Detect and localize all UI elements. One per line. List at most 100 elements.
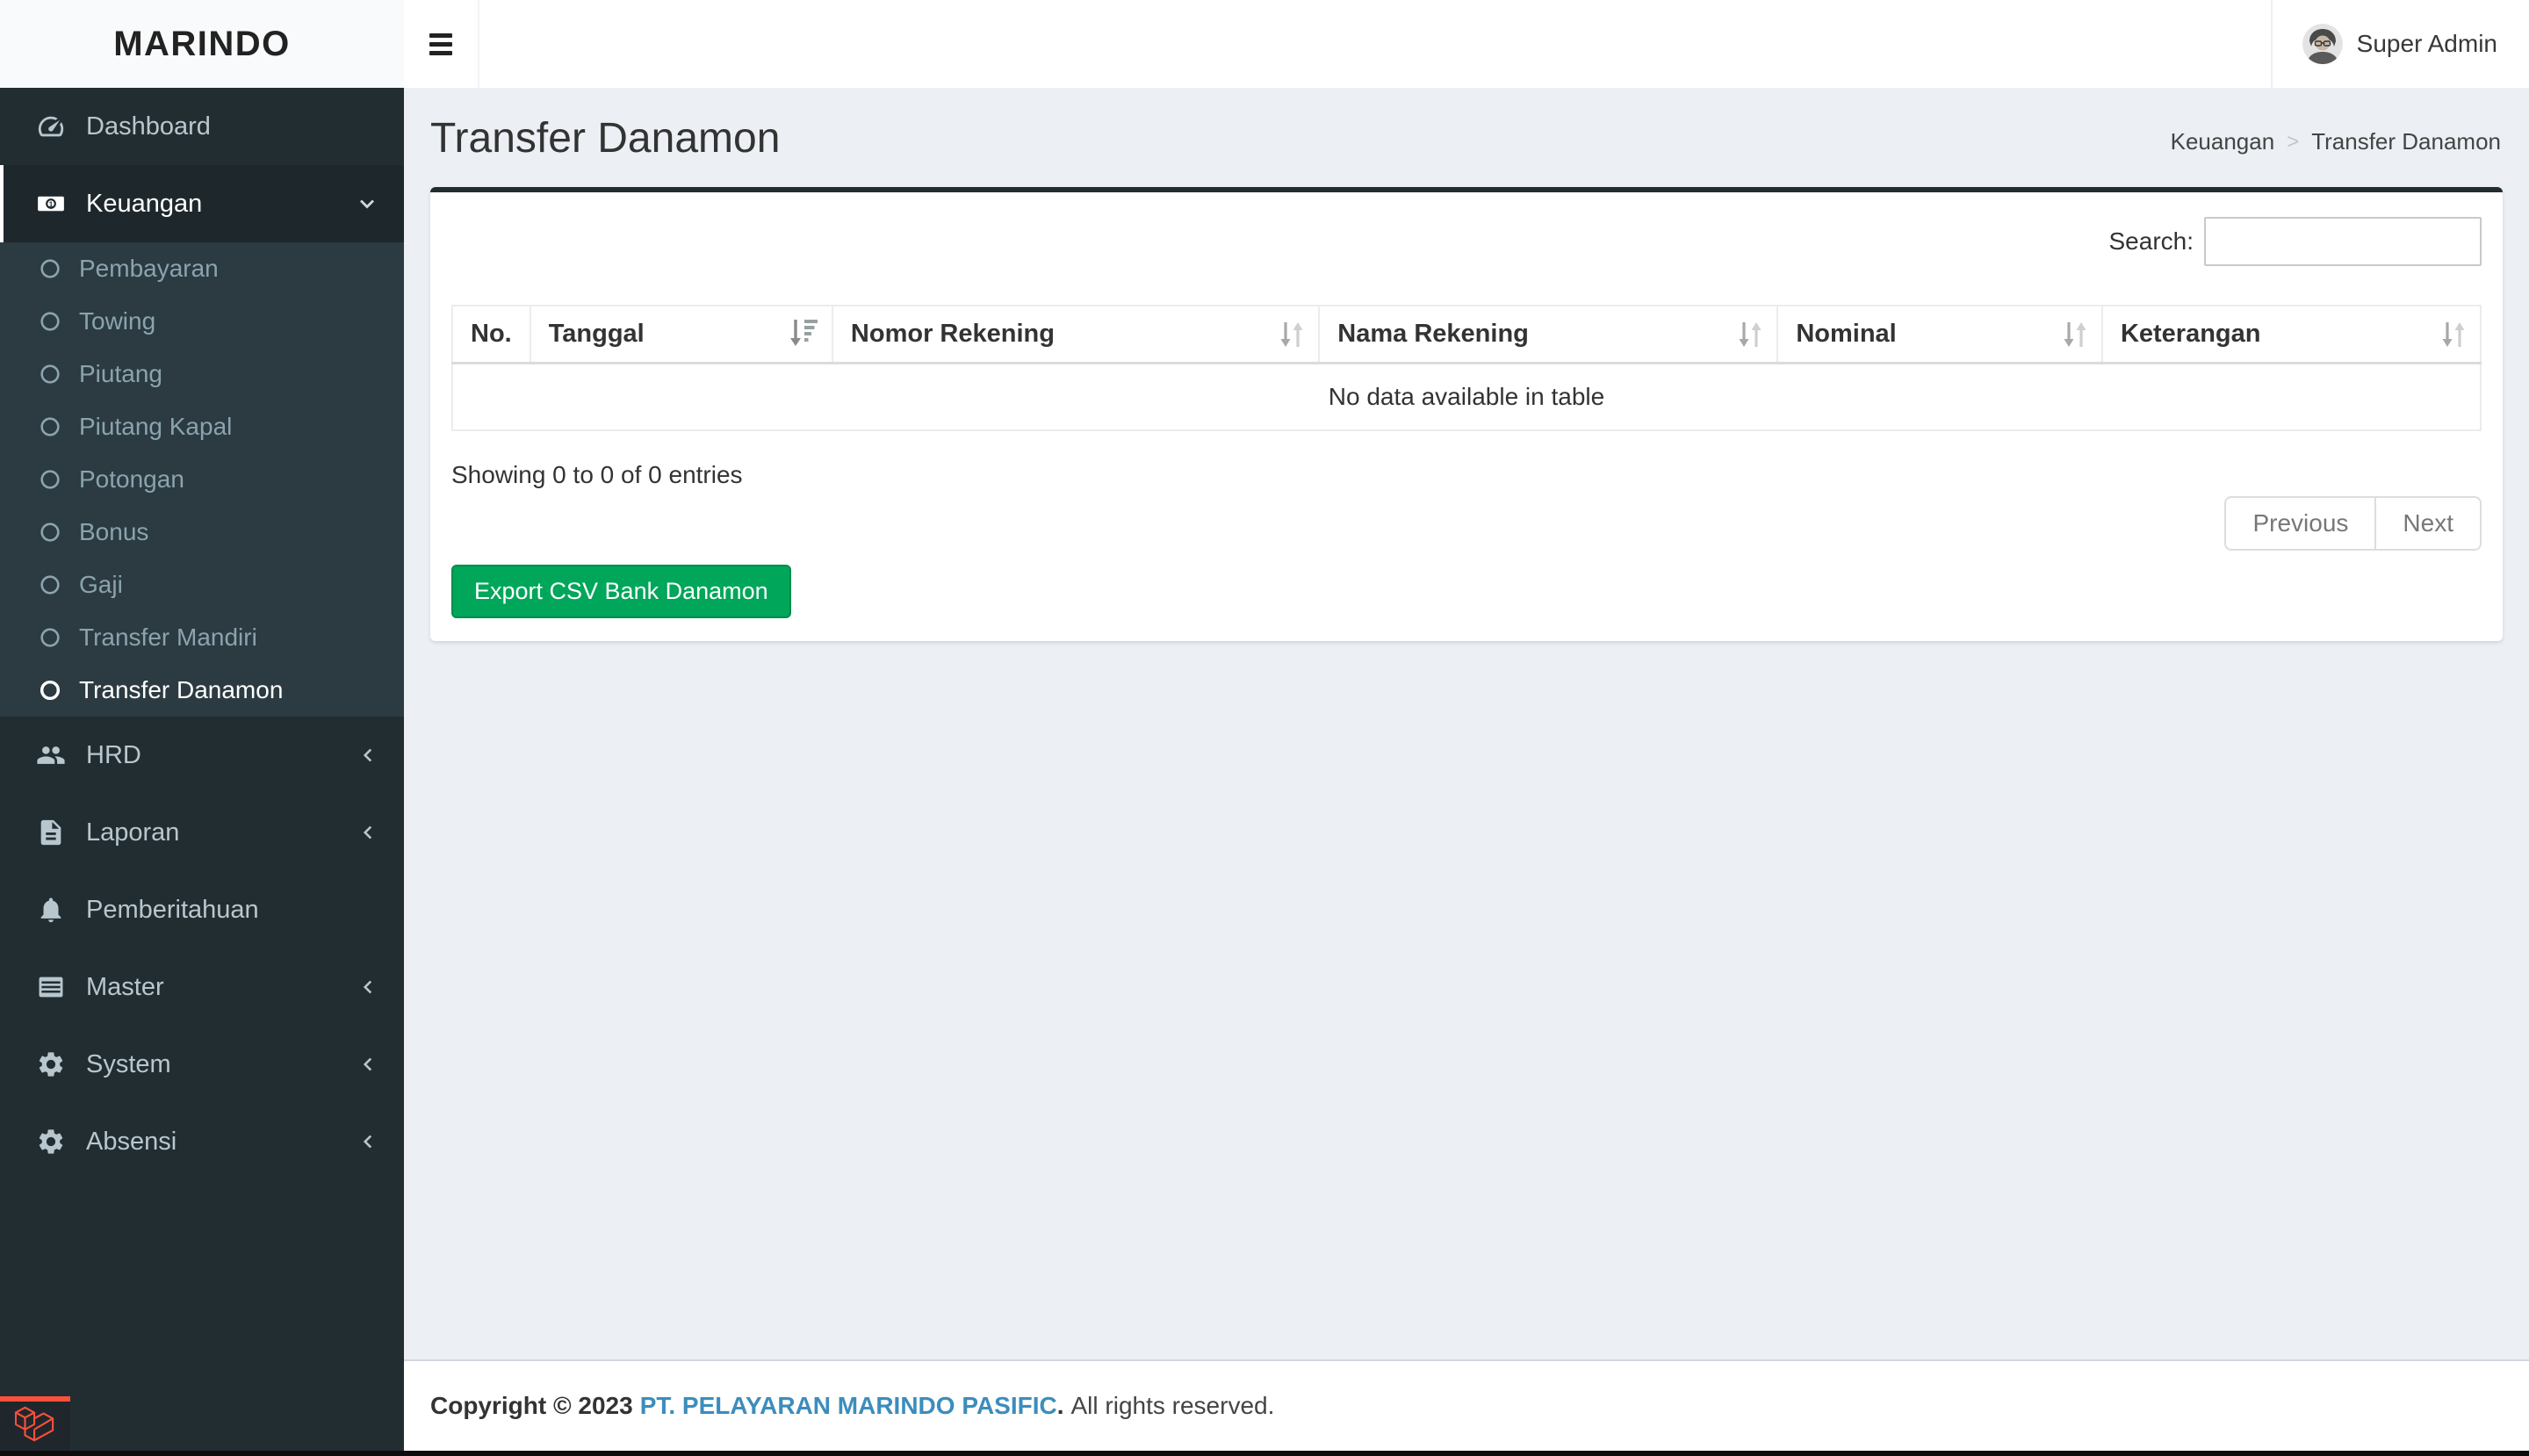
circle-outline-icon bbox=[39, 363, 61, 386]
sidebar-item-hrd[interactable]: HRD bbox=[0, 717, 404, 794]
list-table-icon bbox=[32, 972, 70, 1002]
sidebar-item-label: Pemberitahuan bbox=[86, 896, 259, 925]
sidebar-item-pemberitahuan[interactable]: Pemberitahuan bbox=[0, 871, 404, 948]
sort-up-down-icon bbox=[2438, 315, 2469, 354]
footer-copyright: Copyright © 2023 bbox=[430, 1392, 633, 1420]
sidebar-subitem-gaji[interactable]: Gaji bbox=[0, 559, 404, 611]
circle-outline-icon bbox=[39, 679, 61, 702]
column-header-keterangan[interactable]: Keterangan bbox=[2102, 306, 2481, 364]
sort-up-down-icon bbox=[2059, 315, 2091, 354]
column-header-no[interactable]: No. bbox=[452, 306, 530, 364]
subitem-label: Piutang bbox=[79, 360, 162, 388]
next-page-button[interactable]: Next bbox=[2374, 496, 2482, 551]
debugbar-toggle[interactable] bbox=[0, 1396, 70, 1451]
chevron-left-icon bbox=[357, 1053, 379, 1076]
sidebar-menu: Dashboard 1 Keuangan Pembayaran bbox=[0, 88, 404, 1180]
previous-page-button[interactable]: Previous bbox=[2224, 496, 2374, 551]
brand-logo[interactable]: MARINDO bbox=[0, 0, 404, 88]
table-search-row: Search: bbox=[451, 217, 2482, 266]
file-text-icon bbox=[32, 818, 70, 847]
subitem-label: Gaji bbox=[79, 571, 123, 599]
sidebar-item-master[interactable]: Master bbox=[0, 948, 404, 1026]
column-header-tanggal[interactable]: Tanggal bbox=[530, 306, 832, 364]
sidebar-subitem-towing[interactable]: Towing bbox=[0, 295, 404, 348]
search-input[interactable] bbox=[2204, 217, 2482, 266]
chevron-left-icon bbox=[357, 821, 379, 844]
debugbar-minimized-strip[interactable] bbox=[0, 1451, 2529, 1456]
sidebar-subitem-potongan[interactable]: Potongan bbox=[0, 453, 404, 506]
sidebar-item-laporan[interactable]: Laporan bbox=[0, 794, 404, 871]
avatar bbox=[2302, 24, 2343, 64]
column-header-nama-rekening[interactable]: Nama Rekening bbox=[1319, 306, 1777, 364]
export-csv-button[interactable]: Export CSV Bank Danamon bbox=[451, 565, 791, 618]
sidebar-subitem-piutang[interactable]: Piutang bbox=[0, 348, 404, 400]
sort-up-down-icon bbox=[1276, 315, 1308, 354]
sidebar-subitem-piutang-kapal[interactable]: Piutang Kapal bbox=[0, 400, 404, 453]
gauge-icon bbox=[32, 112, 70, 141]
content-area: Transfer Danamon Keuangan > Transfer Dan… bbox=[404, 88, 2529, 1359]
sidebar-subitem-transfer-mandiri[interactable]: Transfer Mandiri bbox=[0, 611, 404, 664]
footer: Copyright © 2023 PT. PELAYARAN MARINDO P… bbox=[404, 1359, 2529, 1451]
svg-text:1: 1 bbox=[49, 199, 54, 208]
top-navbar: Super Admin bbox=[404, 0, 2529, 88]
sidebar-item-label: HRD bbox=[86, 741, 141, 770]
table-info: Showing 0 to 0 of 0 entries bbox=[451, 459, 743, 489]
footer-company-link[interactable]: PT. PELAYARAN MARINDO PASIFIC bbox=[640, 1392, 1057, 1420]
user-name: Super Admin bbox=[2357, 30, 2497, 58]
sidebar-item-absensi[interactable]: Absensi bbox=[0, 1103, 404, 1180]
laravel-icon bbox=[15, 1404, 55, 1449]
chevron-left-icon bbox=[357, 976, 379, 998]
sidebar-item-label: Dashboard bbox=[86, 112, 211, 141]
hamburger-menu-icon bbox=[429, 33, 452, 38]
chevron-left-icon bbox=[357, 1130, 379, 1153]
circle-outline-icon bbox=[39, 626, 61, 649]
users-icon bbox=[32, 740, 70, 770]
pagination: Previous Next bbox=[2224, 496, 2482, 551]
sidebar-item-system[interactable]: System bbox=[0, 1026, 404, 1103]
footer-rights: All rights reserved. bbox=[1071, 1392, 1275, 1420]
table-header-row: No. Tanggal Nomor Rekening bbox=[452, 306, 2481, 364]
sidebar-item-label: Keuangan bbox=[86, 190, 202, 219]
table-footer-row: Showing 0 to 0 of 0 entries Previous Nex… bbox=[451, 459, 2482, 551]
subitem-label: Towing bbox=[79, 307, 155, 335]
sidebar-item-label: System bbox=[86, 1050, 171, 1079]
sidebar: MARINDO Dashboard 1 Keuangan bbox=[0, 0, 404, 1456]
subitem-label: Piutang Kapal bbox=[79, 413, 232, 441]
sort-amount-desc-icon bbox=[786, 315, 821, 354]
sidebar-subitem-bonus[interactable]: Bonus bbox=[0, 506, 404, 559]
chevron-left-icon bbox=[357, 744, 379, 767]
empty-table-message: No data available in table bbox=[452, 364, 2481, 431]
sidebar-toggle-button[interactable] bbox=[404, 0, 479, 88]
sidebar-subitem-pembayaran[interactable]: Pembayaran bbox=[0, 242, 404, 295]
breadcrumb: Keuangan > Transfer Danamon bbox=[2171, 128, 2501, 155]
circle-outline-icon bbox=[39, 310, 61, 333]
column-header-nominal[interactable]: Nominal bbox=[1777, 306, 2102, 364]
user-menu[interactable]: Super Admin bbox=[2271, 0, 2529, 88]
circle-outline-icon bbox=[39, 521, 61, 544]
sidebar-item-keuangan[interactable]: 1 Keuangan bbox=[0, 165, 404, 242]
bell-icon bbox=[32, 895, 70, 925]
circle-outline-icon bbox=[39, 257, 61, 280]
sidebar-subitem-transfer-danamon[interactable]: Transfer Danamon bbox=[0, 664, 404, 717]
chevron-down-icon bbox=[355, 191, 379, 216]
circle-outline-icon bbox=[39, 468, 61, 491]
column-header-nomor-rekening[interactable]: Nomor Rekening bbox=[832, 306, 1319, 364]
breadcrumb-keuangan[interactable]: Keuangan bbox=[2171, 128, 2275, 155]
sidebar-item-dashboard[interactable]: Dashboard bbox=[0, 88, 404, 165]
empty-table-row: No data available in table bbox=[452, 364, 2481, 431]
content-header: Transfer Danamon Keuangan > Transfer Dan… bbox=[404, 88, 2529, 187]
data-table: No. Tanggal Nomor Rekening bbox=[451, 305, 2482, 431]
keuangan-submenu: Pembayaran Towing Piutang Piutang Kapal … bbox=[0, 242, 404, 717]
transfer-danamon-panel: Search: No. Tanggal Nomor Rekening bbox=[430, 187, 2503, 641]
subitem-label: Potongan bbox=[79, 465, 184, 494]
footer-period: . bbox=[1057, 1392, 1064, 1420]
breadcrumb-separator: > bbox=[2287, 130, 2299, 155]
breadcrumb-current: Transfer Danamon bbox=[2311, 128, 2501, 155]
subitem-label: Transfer Danamon bbox=[79, 676, 283, 704]
circle-outline-icon bbox=[39, 573, 61, 596]
money-bill-icon: 1 bbox=[32, 189, 70, 219]
gear-icon bbox=[32, 1127, 70, 1157]
subitem-label: Bonus bbox=[79, 518, 148, 546]
sidebar-item-label: Master bbox=[86, 973, 164, 1002]
subitem-label: Pembayaran bbox=[79, 255, 219, 283]
